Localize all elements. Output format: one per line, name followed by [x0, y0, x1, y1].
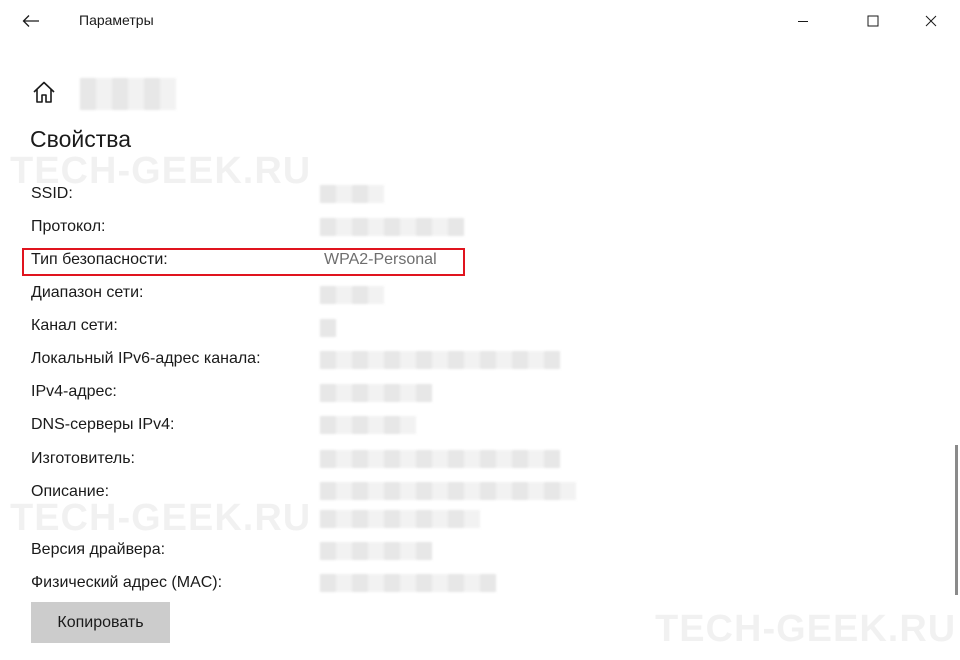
maximize-button[interactable]	[850, 0, 896, 42]
prop-value-redacted	[320, 450, 560, 468]
prop-value-redacted	[320, 416, 416, 434]
prop-label-security-type: Тип безопасности:	[31, 251, 168, 268]
minimize-button[interactable]	[780, 0, 826, 42]
back-arrow-icon	[22, 15, 39, 27]
prop-label-manufacturer: Изготовитель:	[31, 450, 135, 467]
prop-value-redacted	[320, 384, 432, 402]
prop-label-network-band: Диапазон сети:	[31, 284, 144, 301]
scrollbar[interactable]	[955, 445, 958, 595]
minimize-icon	[798, 21, 808, 22]
prop-label-ipv4-address: IPv4-адрес:	[31, 383, 117, 400]
prop-value-redacted	[320, 574, 496, 592]
prop-value-redacted	[320, 319, 336, 337]
close-icon	[925, 15, 937, 27]
network-name-redacted	[80, 78, 176, 110]
prop-value-redacted	[320, 351, 560, 369]
prop-label-network-channel: Канал сети:	[31, 317, 118, 334]
copy-button[interactable]: Копировать	[31, 602, 170, 643]
back-button[interactable]	[16, 6, 46, 36]
prop-label-driver-version: Версия драйвера:	[31, 541, 166, 558]
window-title: Параметры	[79, 12, 154, 28]
prop-label-mac-address: Физический адрес (MAC):	[31, 574, 223, 591]
prop-value-redacted	[320, 218, 464, 236]
prop-value-security-type: WPA2-Personal	[324, 251, 437, 268]
home-icon	[33, 81, 55, 103]
prop-value-redacted	[320, 510, 480, 528]
prop-value-redacted	[320, 542, 432, 560]
close-button[interactable]	[908, 0, 954, 42]
prop-label-description: Описание:	[31, 483, 110, 500]
maximize-icon	[867, 15, 879, 27]
watermark: TECH-GEEK.RU	[655, 608, 957, 650]
title-bar: Параметры	[0, 0, 960, 42]
prop-label-ipv4-dns: DNS-серверы IPv4:	[31, 416, 175, 433]
prop-label-protocol: Протокол:	[31, 218, 106, 235]
prop-value-redacted	[320, 286, 384, 304]
section-title: Свойства	[30, 126, 131, 152]
watermark: TECH-GEEK.RU	[10, 497, 312, 539]
home-button[interactable]	[30, 78, 60, 108]
prop-value-redacted	[320, 185, 384, 203]
prop-label-link-local-ipv6: Локальный IPv6-адрес канала:	[31, 350, 261, 367]
prop-label-ssid: SSID:	[31, 185, 73, 202]
prop-value-redacted	[320, 482, 576, 500]
